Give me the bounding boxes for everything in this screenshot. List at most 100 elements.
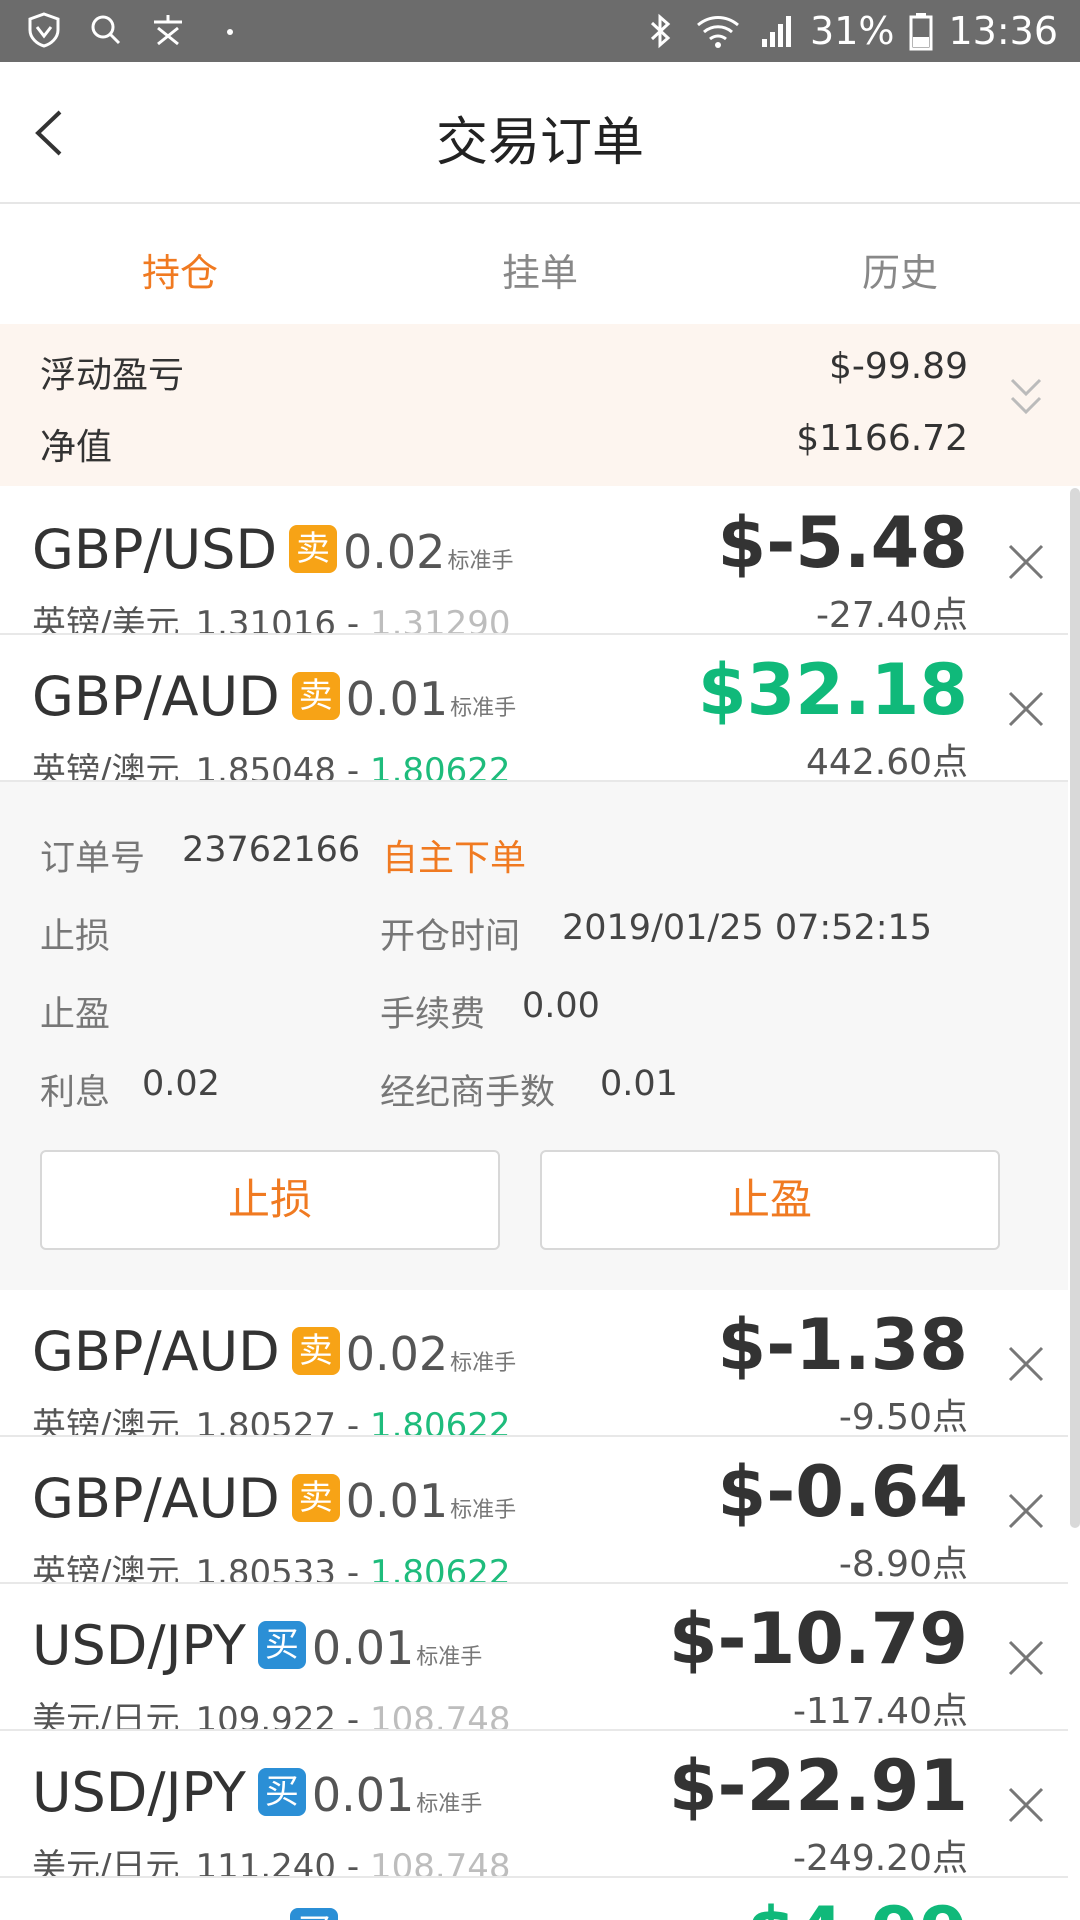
order-points: -8.90点 <box>838 1544 968 1584</box>
lot-size: 0.02 <box>343 525 446 579</box>
pair-name: 英镑/澳元 <box>32 1553 180 1584</box>
pair-symbol: GBP/AUD <box>32 665 280 728</box>
floating-pl-value: $-99.89 <box>829 346 968 387</box>
order-row[interactable]: GBP/AUD 卖 0.01标准手 英镑/澳元 1.85048 - 1.80622 $… <box>0 635 1068 782</box>
tab-pending[interactable]: 挂单 <box>360 242 720 297</box>
lot-unit: 标准手 <box>450 1351 517 1376</box>
pair-symbol: GBP/USD <box>32 518 278 581</box>
current-price: 108.748 <box>369 1700 511 1731</box>
order-subline: 英镑/澳元 1.80527 - 1.80622 <box>32 1398 511 1437</box>
interest-label: 利息 <box>40 1073 111 1113</box>
open-price: 1.31016 - <box>195 604 360 635</box>
order-points: 442.60点 <box>806 742 968 782</box>
pair-symbol: USD/JPY <box>32 1614 246 1677</box>
stop-loss-label: 止损 <box>40 917 111 957</box>
pair-name: 美元/日元 <box>32 1847 180 1878</box>
open-time-label: 开仓时间 <box>380 917 521 957</box>
battery-percent: 31% <box>810 9 895 53</box>
pair-name: 英镑/澳元 <box>32 751 180 782</box>
lot-unit: 标准手 <box>450 696 517 721</box>
order-row[interactable]: GBP/USD 卖 0.02标准手 英镑/美元 1.31016 - 1.31290 $… <box>0 488 1068 635</box>
status-bar: 31% 13:36 <box>0 0 1080 62</box>
close-icon[interactable] <box>1006 1785 1046 1825</box>
order-subline: 美元/日元 111.240 - 108.748 <box>32 1839 511 1878</box>
open-price: 1.80527 - <box>195 1406 360 1437</box>
current-price: 1.31290 <box>369 604 511 635</box>
lot-size: 0.01 <box>345 1474 449 1528</box>
interest-value: 0.02 <box>142 1064 220 1104</box>
status-left-icons <box>24 10 250 50</box>
tab-bar: 持仓 挂单 历史 <box>0 206 1080 324</box>
lot-unit: 标准手 <box>416 1645 483 1670</box>
order-row[interactable]: GBP/AUD 卖 0.01标准手 英镑/澳元 1.80533 - 1.80622 $… <box>0 1437 1068 1584</box>
equity-label: 净值 <box>40 427 113 468</box>
account-summary: 浮动盈亏 $-99.89 净值 $1166.72 <box>0 324 1080 486</box>
take-profit-label: 止盈 <box>40 995 111 1035</box>
order-row[interactable]: GBP/AUD 卖 0.02标准手 英镑/澳元 1.80527 - 1.80622 $… <box>0 1290 1068 1437</box>
close-icon[interactable] <box>1006 1491 1046 1531</box>
equity-value: $1166.72 <box>796 418 968 459</box>
status-right: 31% 13:36 <box>640 8 1058 54</box>
tab-history[interactable]: 历史 <box>720 242 1080 297</box>
stop-loss-button[interactable]: 止损 <box>40 1150 500 1250</box>
lot-unit: 标准手 <box>447 549 514 574</box>
pair-name: 英镑/澳元 <box>32 1406 180 1437</box>
pair-name: 美元/日元 <box>32 1700 180 1731</box>
order-pair: GBP/AUD 卖 0.02标准手 <box>32 1320 516 1383</box>
broker-lots-label: 经纪商手数 <box>380 1073 556 1113</box>
order-pair: GBP/USD 卖 0.02标准手 <box>32 518 513 581</box>
current-price: 108.748 <box>369 1847 511 1878</box>
take-profit-button[interactable]: 止盈 <box>540 1150 1000 1250</box>
close-icon[interactable] <box>1006 1638 1046 1678</box>
sell-badge: 卖 <box>289 525 338 573</box>
lot-size: 0.01 <box>345 672 449 726</box>
search-icon <box>91 15 121 45</box>
order-profit: $-1.38 <box>717 1304 968 1386</box>
order-no-label: 订单号 <box>40 839 146 879</box>
order-points: -9.50点 <box>838 1397 968 1437</box>
close-icon[interactable] <box>1006 542 1046 582</box>
floating-pl-label: 浮动盈亏 <box>40 355 185 396</box>
order-source-tag: 自主下单 <box>382 838 527 879</box>
close-icon[interactable] <box>1006 1344 1046 1384</box>
lot-unit: 标准手 <box>450 1498 517 1523</box>
order-row[interactable]: 买 $4.99 <box>0 1878 1068 1920</box>
current-price: 1.80622 <box>369 1406 511 1437</box>
lot-unit: 标准手 <box>416 1792 483 1817</box>
pair-name: 英镑/美元 <box>32 604 180 635</box>
wifi-icon <box>697 16 739 48</box>
order-pair: USD/JPY 买 0.01标准手 <box>32 1614 482 1677</box>
order-subline: 英镑/澳元 1.85048 - 1.80622 <box>32 743 511 782</box>
order-row[interactable]: USD/JPY 买 0.01标准手 美元/日元 109.922 - 108.748 $… <box>0 1584 1068 1731</box>
sell-badge: 卖 <box>291 1327 340 1375</box>
pair-symbol: GBP/AUD <box>32 1320 280 1383</box>
fee-label: 手续费 <box>380 995 486 1035</box>
current-price: 1.80622 <box>369 751 511 782</box>
order-points: -27.40点 <box>815 595 968 635</box>
order-row[interactable]: USD/JPY 买 0.01标准手 美元/日元 111.240 - 108.748 $… <box>0 1731 1068 1878</box>
order-profit: $-22.91 <box>668 1745 968 1827</box>
sell-badge: 卖 <box>291 672 340 720</box>
order-profit: $32.18 <box>697 649 968 731</box>
close-icon[interactable] <box>1006 689 1046 729</box>
order-pair: USD/JPY 买 0.01标准手 <box>32 1761 482 1824</box>
order-no-value: 23762166 <box>182 830 361 870</box>
signal-icon <box>762 16 792 47</box>
order-subline: 美元/日元 109.922 - 108.748 <box>32 1692 511 1731</box>
double-chevron-down-icon[interactable] <box>1006 374 1046 420</box>
order-pair: GBP/AUD 卖 0.01标准手 <box>32 1467 516 1530</box>
order-profit: $-0.64 <box>717 1451 968 1533</box>
page-title: 交易订单 <box>435 113 644 173</box>
open-price: 111.240 - <box>195 1847 360 1878</box>
buy-badge: 买 <box>257 1621 306 1669</box>
lot-size: 0.01 <box>311 1768 415 1822</box>
order-profit: $4.99 <box>747 1892 968 1920</box>
clock: 13:36 <box>948 9 1058 53</box>
header: 交易订单 <box>0 62 1080 204</box>
buy-badge: 买 <box>290 1908 338 1920</box>
fee-value: 0.00 <box>522 986 600 1026</box>
scrollbar[interactable] <box>1070 488 1080 1528</box>
order-pair: GBP/AUD 卖 0.01标准手 <box>32 665 516 728</box>
tab-positions[interactable]: 持仓 <box>0 242 360 297</box>
broker-lots-value: 0.01 <box>600 1064 678 1104</box>
